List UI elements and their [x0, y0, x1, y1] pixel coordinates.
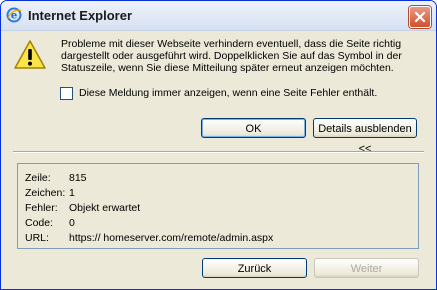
detail-value: Objekt erwartet — [69, 202, 141, 214]
error-details-panel: Zeile: 815 Zeichen: 1 Fehler: Objekt erw… — [17, 163, 419, 249]
detail-row: Code: 0 — [25, 217, 75, 229]
detail-key: Zeile: — [25, 172, 51, 184]
detail-key: Zeichen: — [25, 187, 66, 199]
detail-key: URL: — [25, 232, 49, 244]
warning-icon — [13, 39, 47, 71]
separator — [13, 151, 424, 153]
always-show-label[interactable]: Diese Meldung immer anzeigen, wenn eine … — [79, 87, 377, 99]
detail-value: 815 — [69, 172, 87, 184]
next-button[interactable]: Weiter — [314, 258, 419, 278]
window-title: Internet Explorer — [28, 8, 133, 23]
detail-row: Fehler: Objekt erwartet — [25, 202, 140, 214]
detail-url-value: https:// homeserver.com/remote/admin.asp… — [69, 232, 274, 244]
ie-logo-icon: e — [6, 7, 22, 23]
detail-value: 0 — [69, 217, 75, 229]
detail-key: Code: — [25, 217, 54, 229]
detail-row: URL: https:// homeserver.com/remote/admi… — [25, 232, 273, 244]
always-show-checkbox[interactable] — [60, 87, 73, 100]
error-dialog: e Internet Explorer Probleme mit dieser … — [0, 0, 437, 290]
detail-row: Zeichen: 1 — [25, 187, 75, 199]
back-button[interactable]: Zurück — [202, 258, 307, 278]
message-line: Statuszeile, wenn Sie diese Mitteilung s… — [61, 62, 394, 74]
error-message: Probleme mit dieser Webseite verhindern … — [61, 38, 421, 74]
message-line: dargestellt oder ausgeführt wird. Doppel… — [61, 50, 402, 62]
detail-value: 1 — [69, 187, 75, 199]
title-bar[interactable]: e Internet Explorer — [1, 1, 436, 31]
ok-button[interactable]: OK — [201, 118, 306, 138]
detail-row: Zeile: 815 — [25, 172, 87, 184]
close-button[interactable] — [409, 6, 431, 28]
message-line: Probleme mit dieser Webseite verhindern … — [61, 38, 402, 50]
close-icon — [414, 11, 426, 23]
hide-details-button[interactable]: Details ausblenden << — [313, 118, 417, 155]
detail-key: Fehler: — [25, 202, 58, 214]
